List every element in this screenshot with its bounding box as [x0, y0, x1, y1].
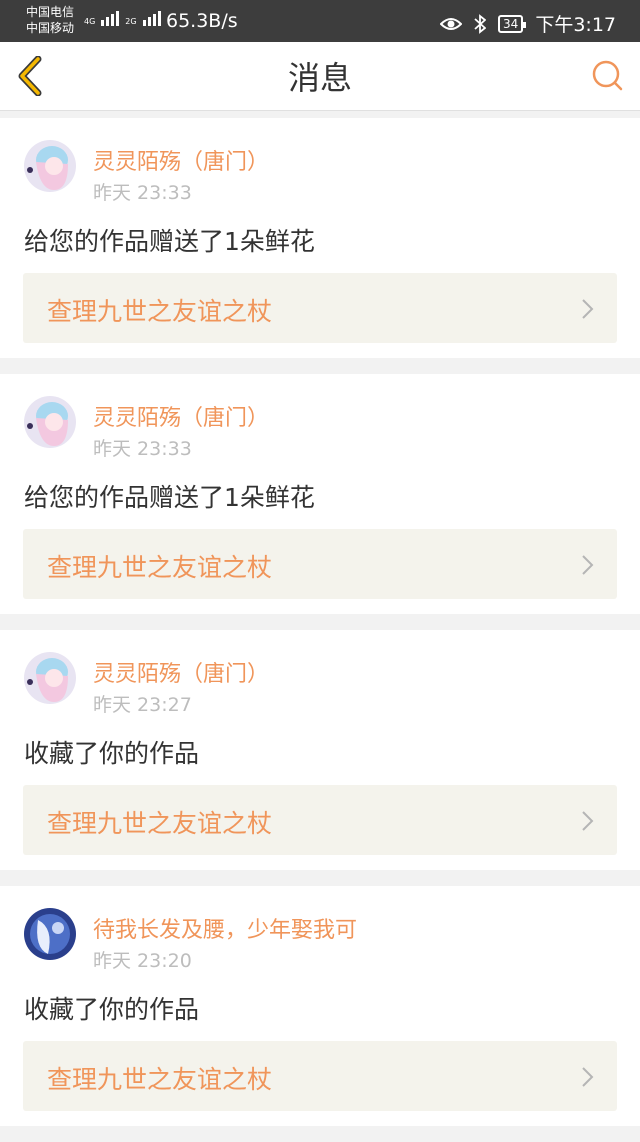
carrier-1: 中国电信 [26, 5, 75, 19]
carrier-info: 中国电信 中国移动 [26, 4, 74, 36]
message-card: 待我长发及腰，少年娶我可 昨天 23:20 收藏了你的作品 查理九世之友谊之杖 [0, 886, 640, 1126]
work-title: 查理九世之友谊之杖 [47, 809, 273, 838]
clock: 下午3:17 [535, 14, 616, 36]
message-list: 灵灵陌殇（唐门） 昨天 23:33 给您的作品赠送了1朵鲜花 查理九世之友谊之杖… [0, 118, 640, 1142]
carrier-2: 中国移动 [26, 21, 75, 35]
timestamp: 昨天 23:33 [93, 182, 192, 204]
username[interactable]: 灵灵陌殇（唐门） [93, 144, 269, 176]
message-card: 灵灵陌殇（唐门） 昨天 23:33 给您的作品赠送了1朵鲜花 查理九世之友谊之杖 [0, 374, 640, 614]
page-title: 消息 [287, 59, 352, 97]
message-text: 给您的作品赠送了1朵鲜花 [24, 227, 315, 256]
work-link[interactable]: 查理九世之友谊之杖 [23, 273, 617, 343]
avatar-image [24, 908, 76, 960]
network-type-1: 4G [84, 17, 96, 26]
message-card: 灵灵陌殇（唐门） 昨天 23:27 收藏了你的作品 查理九世之友谊之杖 [0, 630, 640, 870]
message-text: 收藏了你的作品 [24, 995, 200, 1024]
signal-indicators: 4G 2G [84, 8, 161, 26]
username[interactable]: 待我长发及腰，少年娶我可 [93, 912, 357, 944]
avatar-image [24, 396, 76, 448]
work-title: 查理九世之友谊之杖 [47, 297, 273, 326]
search-icon[interactable] [590, 58, 626, 94]
message-text: 给您的作品赠送了1朵鲜花 [24, 483, 315, 512]
signal-bars-icon [142, 8, 161, 26]
eye-icon [440, 17, 463, 30]
network-speed: 65.3B/s [166, 10, 238, 32]
work-title: 查理九世之友谊之杖 [47, 553, 273, 582]
username[interactable]: 灵灵陌殇（唐门） [93, 656, 269, 688]
chevron-right-icon [582, 299, 594, 319]
timestamp: 昨天 23:27 [93, 694, 192, 716]
avatar-image [24, 140, 76, 192]
avatar[interactable] [24, 396, 76, 448]
avatar[interactable] [24, 140, 76, 192]
work-link[interactable]: 查理九世之友谊之杖 [23, 529, 617, 599]
message-text: 收藏了你的作品 [24, 739, 200, 768]
bluetooth-icon [474, 13, 487, 34]
chevron-right-icon [582, 555, 594, 575]
avatar[interactable] [24, 652, 76, 704]
username[interactable]: 灵灵陌殇（唐门） [93, 400, 269, 432]
status-bar: 中国电信 中国移动 4G 2G 65.3B/s 34 下午3:17 [0, 0, 640, 42]
timestamp: 昨天 23:20 [93, 950, 192, 972]
battery-icon: 34 [498, 14, 527, 33]
message-card: 灵灵陌殇（唐门） 昨天 23:33 给您的作品赠送了1朵鲜花 查理九世之友谊之杖 [0, 118, 640, 358]
avatar-image [24, 652, 76, 704]
timestamp: 昨天 23:33 [93, 438, 192, 460]
work-link[interactable]: 查理九世之友谊之杖 [23, 785, 617, 855]
nav-bar: 消息 [0, 42, 640, 111]
chevron-right-icon [582, 811, 594, 831]
work-title: 查理九世之友谊之杖 [47, 1065, 273, 1094]
signal-bars-icon [101, 8, 120, 26]
chevron-right-icon [582, 1067, 594, 1087]
network-type-2: 2G [125, 17, 137, 26]
status-right: 34 下午3:17 [440, 10, 616, 37]
work-link[interactable]: 查理九世之友谊之杖 [23, 1041, 617, 1111]
avatar[interactable] [24, 908, 76, 960]
